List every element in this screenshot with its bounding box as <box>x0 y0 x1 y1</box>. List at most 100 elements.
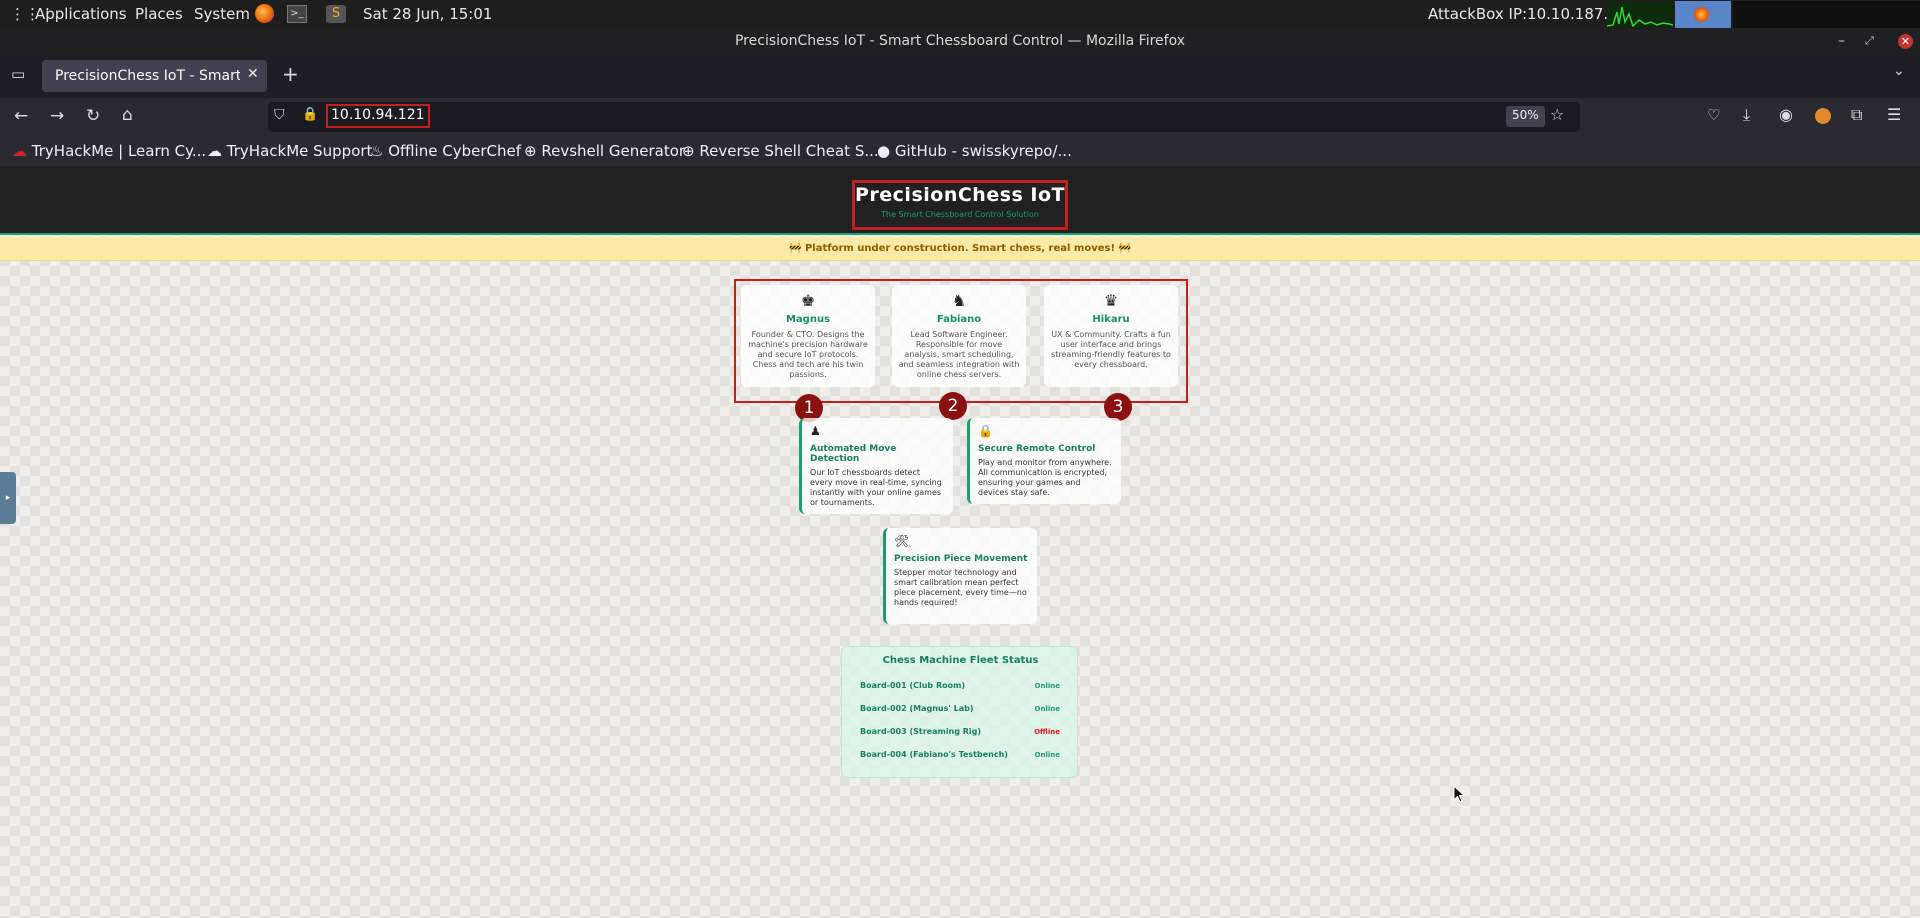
feature-desc: Stepper motor technology and smart calib… <box>894 568 1027 607</box>
feature-precision-movement: 🛠 Precision Piece Movement Stepper motor… <box>883 528 1037 624</box>
feature-secure-remote: 🔒 Secure Remote Control Play and monitor… <box>967 418 1121 504</box>
feature-move-detection: ♟ Automated Move Detection Our IoT chess… <box>799 418 953 514</box>
annotation-marker-3: 3 <box>1104 393 1132 421</box>
bookmark-tryhackme[interactable]: ☁ TryHackMe | Learn Cy... <box>12 142 206 160</box>
queen-icon: ♛ <box>1103 291 1119 310</box>
maximize-icon[interactable]: ⤢ <box>1865 29 1874 53</box>
team-card-fabiano: ♞ Fabiano Lead Software Engineer. Respon… <box>892 285 1026 387</box>
chef-hat-icon: ♨ <box>370 142 384 160</box>
tryhackme-icon: ☁ <box>12 142 27 160</box>
bookmarks-bar: ☁ TryHackMe | Learn Cy... ☁ TryHackMe Su… <box>0 137 1920 166</box>
back-icon[interactable]: ← <box>14 106 28 126</box>
home-icon[interactable]: ⌂ <box>122 105 133 125</box>
feature-title: Automated Move Detection <box>810 444 897 464</box>
tools-icon: 🛠 <box>894 534 910 548</box>
window-list-firefox[interactable] <box>1675 1 1731 28</box>
status-badge: Offline <box>1034 728 1060 736</box>
bookmark-reverse-shell-cheat[interactable]: ⊕ Reverse Shell Cheat S... <box>682 142 879 160</box>
feature-title: Secure Remote Control <box>978 444 1096 454</box>
status-badge: Online <box>1034 751 1060 759</box>
sublime-launcher-icon[interactable]: S <box>326 5 346 23</box>
annotation-marker-2: 2 <box>939 392 967 420</box>
fleet-title: Chess Machine Fleet Status <box>882 655 1039 666</box>
window-titlebar: PrecisionChess IoT - Smart Chessboard Co… <box>0 29 1920 53</box>
board-name: Board-001 (Club Room) <box>860 681 966 690</box>
team-name: Fabiano <box>936 314 982 325</box>
github-icon: ● <box>877 142 891 160</box>
system-monitor-graph <box>1607 2 1673 27</box>
system-menu[interactable]: System <box>194 5 250 23</box>
firefox-icon <box>1694 7 1709 22</box>
bookmark-cyberchef[interactable]: ♨ Offline CyberChef <box>370 142 521 160</box>
pocket-icon[interactable]: ♡ <box>1707 106 1720 124</box>
forward-icon[interactable]: → <box>50 106 64 126</box>
clock[interactable]: Sat 28 Jun, 15:01 <box>363 5 492 23</box>
applications-menu[interactable]: Applications <box>35 5 127 23</box>
firefox-launcher-icon[interactable] <box>255 4 274 23</box>
feature-desc: Play and monitor from anywhere. All comm… <box>978 458 1112 497</box>
downloads-icon[interactable]: ⤓ <box>1743 105 1750 125</box>
feature-title: Precision Piece Movement <box>894 554 1028 564</box>
reload-icon[interactable]: ↻ <box>86 106 100 126</box>
fleet-row: Board-001 (Club Room) Online <box>860 681 1060 690</box>
construction-banner: 🚧 Platform under construction. Smart che… <box>0 237 1920 261</box>
extension-cookie-icon[interactable] <box>1815 108 1831 124</box>
fleet-status-panel: Chess Machine Fleet Status Board-001 (Cl… <box>841 646 1078 778</box>
page-content: PrecisionChess IoT The Smart Chessboard … <box>0 166 1920 918</box>
zoom-level[interactable]: 50% <box>1506 106 1545 127</box>
team-desc: Founder & CTO. Designs the machine's pre… <box>748 330 868 379</box>
close-window-icon[interactable]: ✕ <box>1898 34 1913 49</box>
top-panel: ⋮⋮⋮ Applications Places System >_ S Sat … <box>0 0 1920 29</box>
tab-title: PrecisionChess IoT - Smart C <box>55 68 240 84</box>
url-bar[interactable]: ⛉ 🔒 10.10.94.121 50% ☆ <box>268 102 1580 132</box>
status-badge: Online <box>1034 682 1060 690</box>
status-badge: Online <box>1034 705 1060 713</box>
knight-icon: ♞ <box>951 291 967 310</box>
account-icon[interactable]: ◉ <box>1779 105 1793 124</box>
cloud-icon: ☁ <box>207 142 222 160</box>
site-title: PrecisionChess IoT <box>854 184 1066 206</box>
nav-bar: ← → ↻ ⌂ ⛉ 🔒 10.10.94.121 50% ☆ ♡ ⤓ ◉ ⧉ ☰ <box>0 98 1920 137</box>
globe-icon: ⊕ <box>524 142 537 160</box>
lock-icon[interactable]: 🔒 <box>302 107 318 122</box>
team-desc: Lead Software Engineer. Responsible for … <box>898 330 1020 379</box>
site-header: PrecisionChess IoT The Smart Chessboard … <box>0 166 1920 235</box>
site-subtitle: The Smart Chessboard Control Solution <box>881 210 1039 219</box>
fleet-row: Board-004 (Fabiano's Testbench) Online <box>860 750 1060 759</box>
board-name: Board-002 (Magnus' Lab) <box>860 704 974 713</box>
team-name: Magnus <box>785 314 831 325</box>
places-menu[interactable]: Places <box>135 5 183 23</box>
board-name: Board-004 (Fabiano's Testbench) <box>860 750 1008 759</box>
bookmark-tryhackme-support[interactable]: ☁ TryHackMe Support <box>207 142 372 160</box>
bookmark-star-icon[interactable]: ☆ <box>1550 105 1564 124</box>
tab-active[interactable]: PrecisionChess IoT - Smart C ✕ <box>42 60 267 92</box>
tab-bar: ▭ PrecisionChess IoT - Smart C ✕ + ⌄ <box>0 53 1920 98</box>
shield-icon[interactable]: ⛉ <box>274 107 285 123</box>
new-tab-icon[interactable]: + <box>282 62 299 86</box>
attackbox-ip: AttackBox IP:10.10.187.39 <box>1428 5 1628 23</box>
terminal-launcher-icon[interactable]: >_ <box>287 5 307 23</box>
tab-close-icon[interactable]: ✕ <box>247 66 259 82</box>
lock-icon: 🔒 <box>978 424 993 438</box>
window-title: PrecisionChess IoT - Smart Chessboard Co… <box>734 33 1186 49</box>
king-icon: ♚ <box>800 291 816 310</box>
fleet-row: Board-003 (Streaming Rig) Offline <box>860 727 1060 736</box>
side-panel-handle[interactable]: ▸ <box>0 472 16 524</box>
team-card-hikaru: ♛ Hikaru UX & Community. Crafts a fun us… <box>1044 285 1178 387</box>
bookmark-revshell[interactable]: ⊕ Revshell Generator <box>524 142 685 160</box>
url-text[interactable]: 10.10.94.121 <box>326 104 430 128</box>
globe-icon: ⊕ <box>682 142 695 160</box>
workspace-switcher[interactable] <box>1733 1 1920 28</box>
menu-icon[interactable]: ☰ <box>1887 105 1901 124</box>
mouse-cursor-icon <box>1453 785 1465 803</box>
bookmark-github[interactable]: ● GitHub - swisskyrepo/... <box>877 142 1072 160</box>
list-tabs-icon[interactable]: ⌄ <box>1893 63 1905 79</box>
extensions-icon[interactable]: ⧉ <box>1851 105 1862 125</box>
team-desc: UX & Community. Crafts a fun user interf… <box>1051 330 1171 369</box>
minimize-icon[interactable]: – <box>1838 29 1845 53</box>
tab-overview-icon[interactable]: ▭ <box>11 65 25 83</box>
feature-desc: Our IoT chessboards detect every move in… <box>810 468 942 507</box>
team-name: Hikaru <box>1092 314 1130 325</box>
team-card-magnus: ♚ Magnus Founder & CTO. Designs the mach… <box>741 285 875 387</box>
pawn-icon: ♟ <box>810 424 821 438</box>
